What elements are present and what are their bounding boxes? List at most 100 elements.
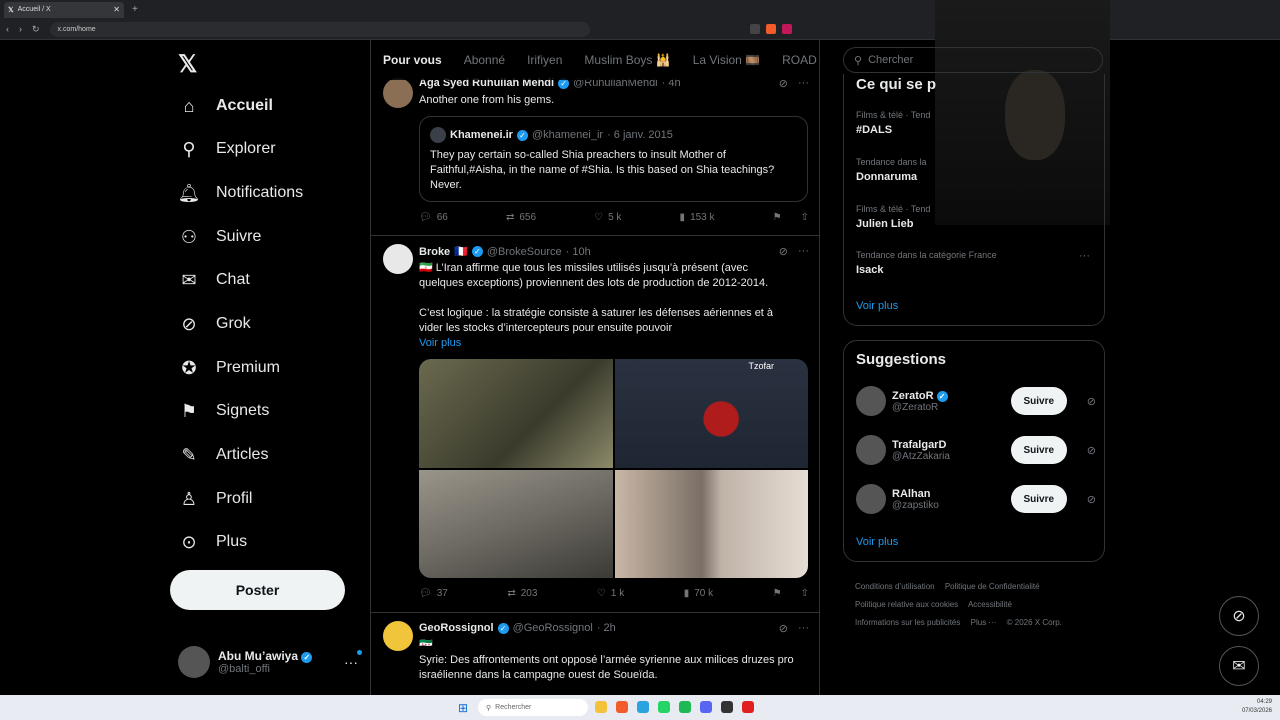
follow-button[interactable]: Suivre: [1010, 485, 1067, 513]
nav-articles[interactable]: ✎ Articles: [178, 442, 268, 468]
more-icon[interactable]: ···: [1079, 250, 1090, 262]
nav-bookmarks[interactable]: ⚑ Signets: [178, 398, 269, 424]
avatar[interactable]: [856, 435, 886, 465]
avatar[interactable]: [383, 621, 413, 651]
nav-profile[interactable]: ♙ Profil: [178, 486, 253, 512]
discord-icon[interactable]: [700, 701, 712, 713]
avatar[interactable]: [856, 386, 886, 416]
zoom-icon[interactable]: [749, 24, 760, 34]
tab-muslim-boys[interactable]: Muslim Boys 🕌: [584, 53, 670, 67]
tweet[interactable]: Broke 🇫🇷 ✓ @BrokeSource · 10h ⊘ ··· 🇮🇷 L…: [371, 236, 819, 613]
share-icon[interactable]: ⇧: [801, 588, 809, 599]
author-name[interactable]: Broke: [419, 246, 450, 258]
more-icon[interactable]: ···: [798, 622, 809, 635]
trends-show-more[interactable]: Voir plus: [856, 300, 898, 312]
bookmark-button[interactable]: ⚑ ⇧: [773, 588, 809, 599]
tab-la-vision[interactable]: La Vision 🎞️: [693, 53, 760, 67]
taskbar-search[interactable]: ⚲ Rechercher: [478, 699, 588, 716]
show-more-link[interactable]: Voir plus: [419, 336, 794, 351]
tweet-time[interactable]: · 10h: [566, 246, 591, 258]
more-options-icon[interactable]: ···: [344, 650, 362, 670]
suggestion-row[interactable]: TrafalgarD @AtzZakaria Suivre ⊘: [856, 430, 1096, 470]
dismiss-icon[interactable]: ⊘: [1087, 395, 1096, 408]
trend-item[interactable]: Tendance dans la catégorie France Isack: [856, 250, 997, 276]
media-image-missile[interactable]: [614, 469, 808, 578]
app-icon[interactable]: [742, 701, 754, 713]
windows-start-icon[interactable]: ⊞: [458, 701, 468, 715]
tweet-media-grid[interactable]: Tzofar: [419, 359, 808, 578]
reply-button[interactable]: 💬︎ 37: [419, 588, 448, 599]
footer-link[interactable]: Politique relative aux cookies: [855, 600, 958, 609]
share-icon[interactable]: ⇧: [801, 212, 809, 223]
nav-follow[interactable]: ⚇ Suivre: [178, 224, 261, 250]
spotify-icon[interactable]: [679, 701, 691, 713]
footer-link[interactable]: Conditions d’utilisation: [855, 582, 935, 591]
follow-button[interactable]: Suivre: [1010, 436, 1067, 464]
author-handle[interactable]: @GeoRossignol: [513, 622, 593, 634]
reply-button[interactable]: 💬︎ 66: [419, 212, 448, 223]
brave-icon[interactable]: [616, 701, 628, 713]
media-image-military[interactable]: [419, 359, 613, 468]
whatsapp-icon[interactable]: [658, 701, 670, 713]
account-switcher[interactable]: Abu Mu’awiya ✓ @balti_offi ···: [178, 646, 362, 678]
nav-grok[interactable]: ⊘ Grok: [178, 311, 250, 337]
footer-link[interactable]: Politique de Confidentialité: [945, 582, 1040, 591]
nav-home[interactable]: ⌂ Accueil: [178, 93, 273, 119]
browser-tab[interactable]: 𝕏 Accueil / X ✕: [4, 1, 124, 18]
grok-icon[interactable]: ⊘: [779, 245, 788, 258]
like-button[interactable]: ♡ 1 k: [597, 588, 624, 599]
grok-fab[interactable]: ⊘: [1219, 596, 1259, 636]
like-button[interactable]: ♡ 5 k: [594, 212, 621, 223]
grok-icon[interactable]: ⊘: [779, 622, 788, 635]
suggestions-show-more[interactable]: Voir plus: [856, 536, 898, 548]
tab-road[interactable]: ROAD: [782, 53, 817, 67]
media-image-map[interactable]: Tzofar: [614, 359, 808, 468]
nav-premium[interactable]: ✪ Premium: [178, 355, 280, 381]
nav-notifications[interactable]: 🔔︎ Notifications: [178, 180, 304, 206]
trend-item[interactable]: Films & télé · Tend #DALS: [856, 110, 930, 136]
back-icon[interactable]: ‹: [6, 24, 9, 34]
nav-chat[interactable]: ✉ Chat: [178, 267, 249, 293]
messages-fab[interactable]: ✉: [1219, 646, 1259, 686]
avatar[interactable]: [383, 244, 413, 274]
file-explorer-icon[interactable]: [595, 701, 607, 713]
avatar[interactable]: [383, 78, 413, 108]
forward-icon[interactable]: ›: [19, 24, 22, 34]
address-bar[interactable]: x.com/home: [49, 21, 590, 37]
nav-more[interactable]: ⊙ Plus: [178, 529, 247, 555]
tab-irifiyen[interactable]: Irifiyen: [527, 53, 562, 67]
reload-icon[interactable]: ↻: [32, 24, 40, 35]
tab-for-you[interactable]: Pour vous: [383, 53, 442, 67]
brave-shield-icon[interactable]: [765, 24, 776, 34]
trend-item[interactable]: Films & télé · Tend Julien Lieb: [856, 204, 930, 230]
trend-item[interactable]: Tendance dans la Donnaruma: [856, 157, 927, 183]
media-image-rubble[interactable]: [419, 469, 613, 578]
suggestion-row[interactable]: ZeratoR ✓ @ZeratoR Suivre ⊘: [856, 381, 1096, 421]
views-button[interactable]: ▮ 70 k: [684, 588, 713, 599]
x-logo-icon[interactable]: 𝕏: [178, 50, 197, 79]
telegram-icon[interactable]: [637, 701, 649, 713]
new-tab-icon[interactable]: +: [132, 4, 138, 15]
dismiss-icon[interactable]: ⊘: [1087, 493, 1096, 506]
bookmark-button[interactable]: ⚑ ⇧: [773, 212, 809, 223]
post-button[interactable]: Poster: [170, 570, 345, 610]
system-clock[interactable]: 04:29 07/03/2026: [1242, 698, 1272, 716]
obs-icon[interactable]: [721, 701, 733, 713]
tweet[interactable]: GeoRossignol ✓ @GeoRossignol · 2h ⊘ ··· …: [371, 613, 819, 695]
suggestion-row[interactable]: RAlhan @zapstiko Suivre ⊘: [856, 479, 1096, 519]
follow-button[interactable]: Suivre: [1010, 387, 1067, 415]
footer-link[interactable]: Plus ···: [971, 618, 997, 627]
close-tab-icon[interactable]: ✕: [113, 5, 120, 14]
search-input[interactable]: ⚲ Chercher: [843, 47, 1103, 73]
more-icon[interactable]: ···: [798, 245, 809, 258]
tab-following[interactable]: Abonné: [464, 53, 505, 67]
rewards-icon[interactable]: [781, 24, 792, 34]
avatar[interactable]: [856, 484, 886, 514]
tweet-time[interactable]: · 2h: [597, 622, 616, 634]
nav-explore[interactable]: ⚲ Explorer: [178, 136, 275, 162]
repost-button[interactable]: ⇄ 656: [506, 212, 536, 223]
author-name[interactable]: GeoRossignol: [419, 622, 494, 634]
footer-link[interactable]: Accessibilité: [968, 600, 1012, 609]
quoted-tweet[interactable]: Khamenei.ir ✓ @khamenei_ir · 6 janv. 201…: [419, 116, 808, 202]
dismiss-icon[interactable]: ⊘: [1087, 444, 1096, 457]
